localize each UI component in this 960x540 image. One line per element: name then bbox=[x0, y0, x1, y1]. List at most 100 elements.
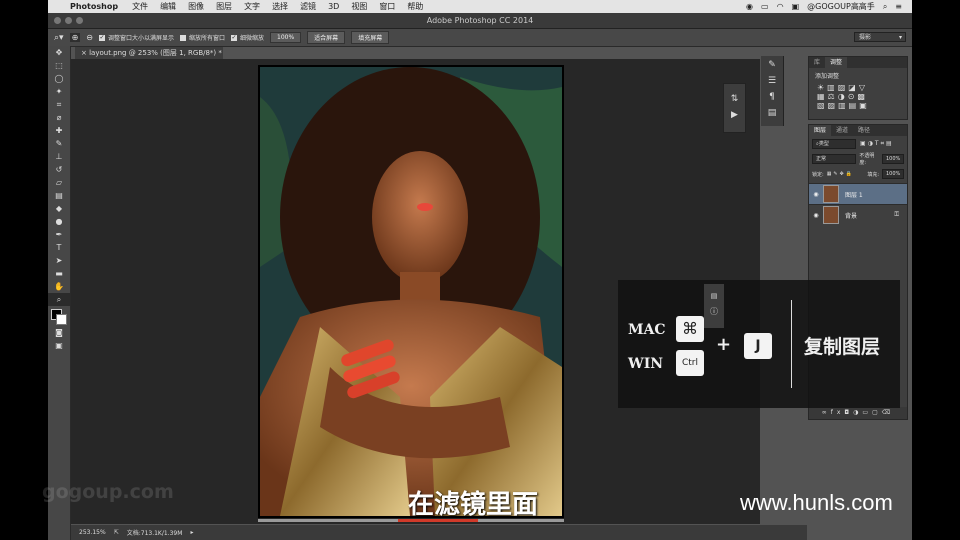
menu-view[interactable]: 视图 bbox=[351, 1, 367, 12]
eye-icon[interactable]: ◉ bbox=[809, 212, 823, 219]
scrubby-zoom-option[interactable]: ✓ 细微缩放 bbox=[231, 33, 264, 42]
menu-window[interactable]: 窗口 bbox=[379, 1, 395, 12]
zoom-100-button[interactable]: 100% bbox=[270, 32, 302, 43]
pen-tool-icon[interactable]: ✒ bbox=[48, 228, 70, 241]
menu-filter[interactable]: 滤镜 bbox=[300, 1, 316, 12]
adjustment-icons-row-1[interactable]: ☀▥▨◪▽ bbox=[817, 83, 907, 92]
hand-tool-icon[interactable]: ✋ bbox=[48, 280, 70, 293]
brush-panel-icon[interactable]: ✎ bbox=[761, 60, 783, 70]
layer-kind-filter[interactable]: ⌕类型 bbox=[812, 139, 856, 149]
gradient-tool-icon[interactable]: ▤ bbox=[48, 189, 70, 202]
input-method-icon[interactable]: ▣ bbox=[792, 2, 800, 11]
layer-row-layer1[interactable]: ◉ 图层 1 bbox=[809, 183, 907, 204]
tab-library[interactable]: 库 bbox=[809, 57, 825, 68]
mini-adjust-icon[interactable]: ▤ bbox=[704, 292, 724, 300]
tab-layers[interactable]: 图层 bbox=[809, 125, 832, 136]
list-icon[interactable]: ≡ bbox=[895, 2, 902, 11]
workspace-select[interactable]: 摄影 ▾ bbox=[854, 32, 906, 42]
record-icon[interactable]: ◉ bbox=[746, 2, 753, 11]
lasso-tool-icon[interactable]: ◯ bbox=[48, 72, 70, 85]
group-icon[interactable]: ▭ bbox=[862, 409, 872, 416]
checkbox-icon[interactable] bbox=[179, 34, 186, 41]
crop-tool-icon[interactable]: ⌗ bbox=[48, 98, 70, 111]
panel-toggle-icon[interactable]: ⇅ bbox=[724, 94, 745, 104]
close-window-icon[interactable] bbox=[54, 17, 61, 24]
menu-layer[interactable]: 图层 bbox=[216, 1, 232, 12]
filter-icons[interactable]: ▣◑T⌗▤ bbox=[860, 140, 894, 148]
resize-windows-option[interactable]: ✓ 调整窗口大小以满屏显示 bbox=[98, 33, 174, 42]
fill-input[interactable]: 100% bbox=[882, 169, 904, 179]
zoom-all-option[interactable]: 缩放所有窗口 bbox=[179, 33, 225, 42]
checkbox-icon[interactable]: ✓ bbox=[98, 34, 105, 41]
menubar-user[interactable]: @GOGOUP高高手 bbox=[807, 1, 875, 12]
tab-channels[interactable]: 通道 bbox=[831, 125, 853, 136]
zoom-tool-selected-icon[interactable]: ⌕ bbox=[48, 293, 70, 306]
screen-mode-icon[interactable]: ▣ bbox=[48, 339, 70, 352]
zoom-in-icon[interactable]: ⊕ bbox=[69, 33, 81, 42]
menu-image[interactable]: 图像 bbox=[188, 1, 204, 12]
menu-file[interactable]: 文件 bbox=[132, 1, 148, 12]
menu-help[interactable]: 帮助 bbox=[407, 1, 423, 12]
adjustment-icons-row-3[interactable]: ▧▨▥▤▣ bbox=[817, 101, 907, 110]
healing-tool-icon[interactable]: ✚ bbox=[48, 124, 70, 137]
quick-mask-icon[interactable]: ◙ bbox=[48, 326, 70, 339]
checkbox-icon[interactable]: ✓ bbox=[231, 34, 237, 41]
opacity-input[interactable]: 100% bbox=[882, 154, 904, 164]
fit-screen-button[interactable]: 适合屏幕 bbox=[307, 31, 346, 44]
move-tool-icon[interactable]: ✥ bbox=[48, 46, 70, 59]
history-brush-tool-icon[interactable]: ↺ bbox=[48, 163, 70, 176]
color-swatches-icon[interactable] bbox=[48, 306, 70, 326]
menu-type[interactable]: 文字 bbox=[244, 1, 260, 12]
adjust-panel-icon[interactable]: ☰ bbox=[761, 76, 783, 86]
background-color-swatch[interactable] bbox=[56, 314, 67, 325]
doc-info[interactable]: 文档:713.1K/1.39M bbox=[127, 528, 183, 537]
fill-screen-button[interactable]: 填充屏幕 bbox=[351, 31, 390, 44]
path-select-tool-icon[interactable]: ➤ bbox=[48, 254, 70, 267]
zoom-window-icon[interactable] bbox=[76, 17, 83, 24]
workspace-label: 摄影 bbox=[859, 34, 872, 41]
chevron-right-icon[interactable]: ▸ bbox=[190, 529, 193, 536]
character-panel-icon[interactable]: ¶ bbox=[761, 92, 783, 102]
brush-tool-icon[interactable]: ✎ bbox=[48, 137, 70, 150]
menu-3d[interactable]: 3D bbox=[328, 2, 339, 11]
chevron-down-icon: ▾ bbox=[898, 34, 902, 41]
trash-icon[interactable]: ⌫ bbox=[882, 409, 894, 416]
fx-icon[interactable]: fx bbox=[831, 409, 845, 416]
menu-select[interactable]: 选择 bbox=[272, 1, 288, 12]
stamp-tool-icon[interactable]: ⊥ bbox=[48, 150, 70, 163]
airplay-icon[interactable]: ▭ bbox=[761, 2, 769, 11]
type-tool-icon[interactable]: T bbox=[48, 241, 70, 254]
blend-mode-select[interactable]: 正常 bbox=[812, 154, 857, 164]
document-tab[interactable]: × layout.png @ 253% (图层 1, RGB/8*) * bbox=[75, 47, 223, 59]
marquee-tool-icon[interactable]: ⬚ bbox=[48, 59, 70, 72]
zoom-readout[interactable]: 253.15% bbox=[79, 529, 106, 536]
adjustment-icons-row-2[interactable]: ▦⚖◑⊙▩ bbox=[817, 92, 907, 101]
layer-row-background[interactable]: ◉ 背景 ⚿ bbox=[809, 204, 907, 225]
quick-select-tool-icon[interactable]: ✦ bbox=[48, 85, 70, 98]
close-tab-icon[interactable]: × bbox=[81, 49, 89, 57]
link-layers-icon[interactable]: ∞ bbox=[822, 409, 831, 416]
properties-panel-icon[interactable]: ▤ bbox=[761, 108, 783, 118]
eye-icon[interactable]: ◉ bbox=[809, 191, 823, 198]
tab-paths[interactable]: 路径 bbox=[853, 125, 875, 136]
document-image[interactable] bbox=[258, 65, 564, 518]
lock-icons[interactable]: ▦✎✥🔒 bbox=[827, 171, 854, 177]
play-icon[interactable]: ▶ bbox=[724, 110, 745, 120]
wifi-icon[interactable]: ◠ bbox=[777, 2, 784, 11]
spotlight-icon[interactable]: ⌕ bbox=[883, 2, 887, 12]
tab-adjustments[interactable]: 调整 bbox=[825, 57, 848, 68]
mask-icon[interactable]: ◘ bbox=[844, 409, 853, 416]
share-icon[interactable]: ⇱ bbox=[114, 529, 119, 536]
eraser-tool-icon[interactable]: ▱ bbox=[48, 176, 70, 189]
zoom-tool-icon[interactable]: ⌕▾ bbox=[54, 33, 64, 43]
blur-tool-icon[interactable]: ◆ bbox=[48, 202, 70, 215]
minimize-window-icon[interactable] bbox=[65, 17, 72, 24]
eyedropper-tool-icon[interactable]: ⌀ bbox=[48, 111, 70, 124]
dodge-tool-icon[interactable]: ● bbox=[48, 215, 70, 228]
menu-edit[interactable]: 编辑 bbox=[160, 1, 176, 12]
zoom-out-icon[interactable]: ⊖ bbox=[86, 33, 93, 42]
shape-tool-icon[interactable]: ▬ bbox=[48, 267, 70, 280]
new-layer-icon[interactable]: ▢ bbox=[872, 409, 882, 416]
menu-app-name[interactable]: Photoshop bbox=[70, 2, 118, 11]
info-icon[interactable]: ⓘ bbox=[704, 306, 724, 317]
